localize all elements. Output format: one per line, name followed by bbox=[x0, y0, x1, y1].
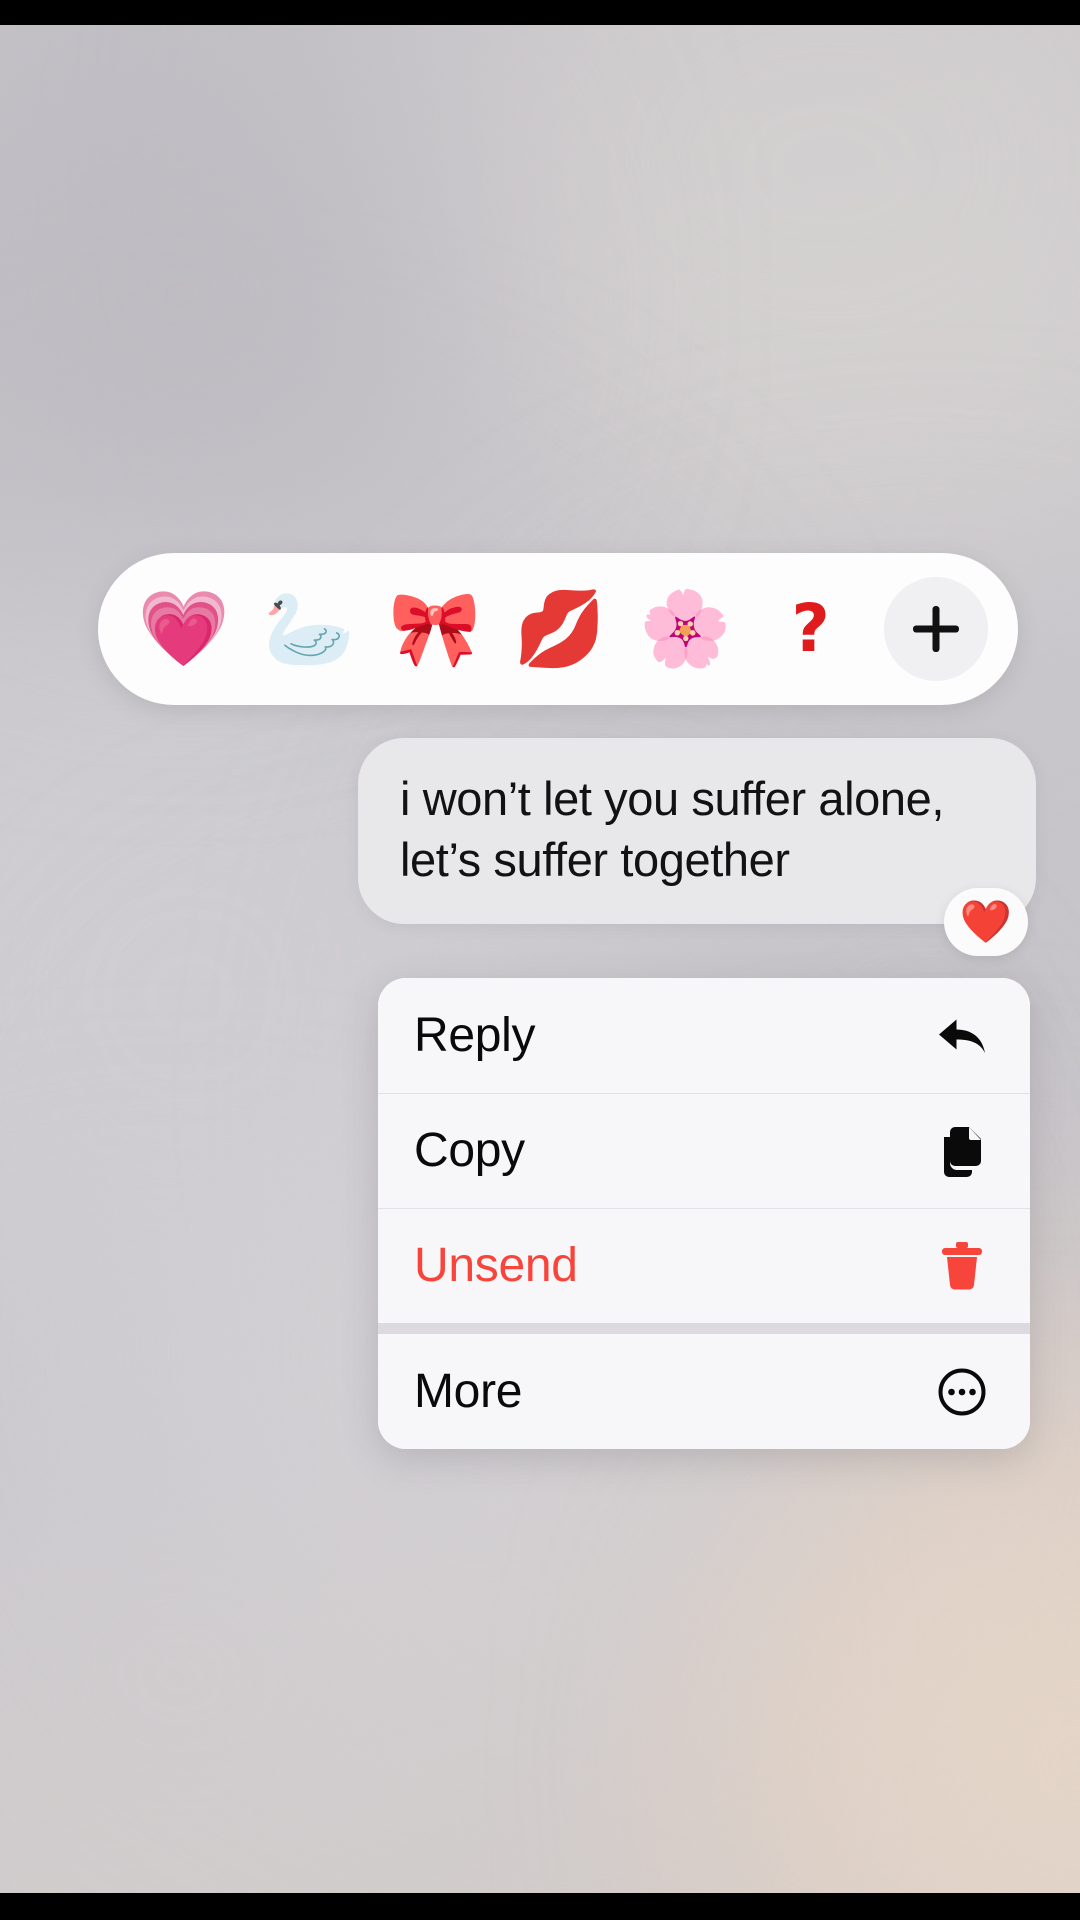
reply-label: Reply bbox=[414, 1009, 536, 1062]
copy-label: Copy bbox=[414, 1124, 525, 1177]
letterbox-bottom bbox=[0, 1893, 1080, 1920]
emoji-cherry-blossom[interactable]: 🌸 bbox=[633, 577, 737, 681]
emoji-swan[interactable]: 🦢 bbox=[257, 577, 361, 681]
context-menu-group-secondary: More bbox=[378, 1334, 1030, 1449]
plus-icon bbox=[908, 601, 964, 657]
emoji-growing-heart[interactable]: 💗 bbox=[132, 577, 236, 681]
reply-arrow-icon bbox=[934, 1013, 990, 1059]
context-menu-group-primary: Reply Copy Unsend bbox=[378, 978, 1030, 1323]
context-menu-separator bbox=[378, 1323, 1030, 1334]
context-menu-item-copy[interactable]: Copy bbox=[378, 1093, 1030, 1208]
more-label: More bbox=[414, 1365, 523, 1418]
ellipsis-circle-icon bbox=[934, 1367, 990, 1417]
context-menu-item-more[interactable]: More bbox=[378, 1334, 1030, 1449]
message-context-menu[interactable]: Reply Copy Unsend More bbox=[378, 978, 1030, 1449]
add-reaction-button[interactable] bbox=[883, 577, 988, 681]
message-bubble[interactable]: i won’t let you suffer alone, let’s suff… bbox=[358, 738, 1036, 925]
letterbox-top bbox=[0, 0, 1080, 25]
context-menu-item-unsend[interactable]: Unsend bbox=[378, 1208, 1030, 1323]
red-heart-emoji: ❤️ bbox=[959, 897, 1013, 946]
phone-screenshot: 💗 🦢 🎀 💋 🌸 ? i won’t let you suffer alone… bbox=[0, 0, 1080, 1920]
unsend-label: Unsend bbox=[414, 1239, 578, 1292]
chat-wallpaper-background bbox=[0, 25, 1080, 1893]
emoji-question-mark[interactable]: ? bbox=[759, 577, 863, 681]
copy-documents-icon bbox=[934, 1125, 990, 1177]
emoji-reaction-tray[interactable]: 💗 🦢 🎀 💋 🌸 ? bbox=[98, 553, 1018, 705]
message-reaction-badge[interactable]: ❤️ bbox=[944, 888, 1028, 956]
trash-icon bbox=[934, 1241, 990, 1291]
emoji-kiss-mark[interactable]: 💋 bbox=[508, 577, 612, 681]
emoji-ribbon[interactable]: 🎀 bbox=[383, 577, 487, 681]
message-text: i won’t let you suffer alone, let’s suff… bbox=[400, 772, 945, 887]
context-menu-item-reply[interactable]: Reply bbox=[378, 978, 1030, 1093]
